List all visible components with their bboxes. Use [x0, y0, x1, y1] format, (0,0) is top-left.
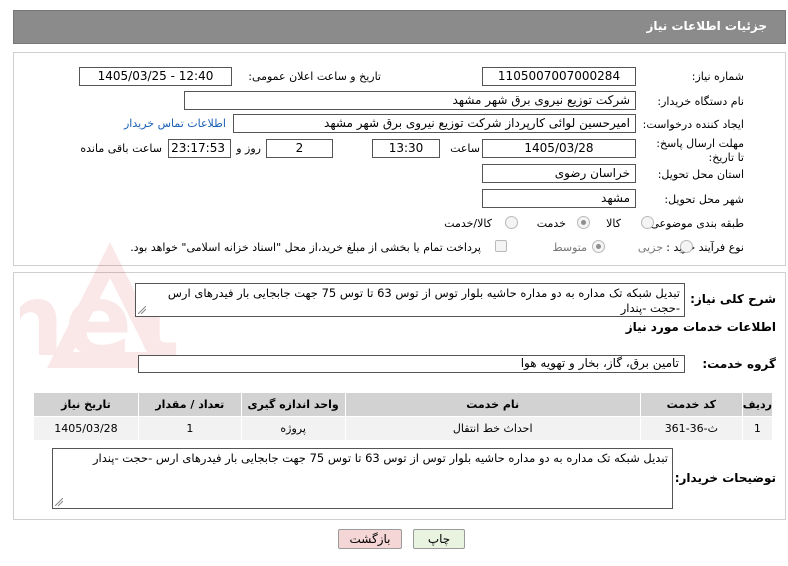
buyer-org-label: نام دستگاه خریدار:: [657, 95, 744, 108]
cell-service-code: ث-36-361: [639, 416, 743, 441]
category-option-goods-service: کالا/خدمت: [444, 217, 492, 230]
print-button[interactable]: چاپ: [413, 529, 465, 549]
purchase-option-minor: جزیی: [637, 241, 663, 254]
announce-datetime-field: 1405/03/25 - 12:40: [79, 67, 232, 86]
deadline-time-label: ساعت: [450, 142, 480, 155]
buyer-contact-link[interactable]: اطلاعات تماس خریدار: [124, 117, 226, 130]
cell-quantity: 1: [137, 416, 242, 441]
deadline-date-field: 1405/03/28: [482, 139, 636, 158]
treasury-payment-checkbox[interactable]: [495, 240, 507, 252]
summary-label: شرح کلی نیاز:: [690, 292, 776, 306]
announce-label: تاریخ و ساعت اعلان عمومی:: [248, 70, 381, 83]
category-label: طبقه بندی موضوعی:: [646, 217, 744, 230]
services-table: ردیف کد خدمت نام خدمت واحد اندازه گیری ت…: [33, 392, 774, 441]
summary-text: تبدیل شبکه تک مداره به دو مداره حاشیه بل…: [167, 286, 680, 315]
table-row: 1 ث-36-361 احداث خط انتقال پروژه 1 1405/…: [33, 416, 774, 441]
category-radio-goods-service[interactable]: [505, 216, 518, 229]
col-quantity: تعداد / مقدار: [137, 392, 242, 417]
province-field: خراسان رضوی: [482, 164, 636, 183]
resize-grip-icon[interactable]: [138, 306, 146, 314]
col-service-name: نام خدمت: [344, 392, 641, 417]
service-group-label: گروه خدمت:: [702, 357, 776, 371]
city-field: مشهد: [482, 189, 636, 208]
deadline-time-field: 13:30: [372, 139, 440, 158]
province-label: استان محل تحویل:: [657, 168, 744, 181]
table-header-row: ردیف کد خدمت نام خدمت واحد اندازه گیری ت…: [33, 392, 774, 417]
purchase-type-label: نوع فرآیند خرید :: [666, 241, 744, 254]
summary-textarea: تبدیل شبکه تک مداره به دو مداره حاشیه بل…: [135, 283, 685, 317]
back-button[interactable]: بازگشت: [338, 529, 402, 549]
category-option-service: خدمت: [536, 217, 566, 230]
days-label: روز و: [236, 142, 261, 155]
category-radio-goods[interactable]: [641, 216, 654, 229]
buyer-org-field: شرکت توزیع نیروی برق شهر مشهد: [184, 91, 636, 110]
need-number-field: 1105007007000284: [482, 67, 636, 86]
city-label: شهر محل تحویل:: [664, 193, 744, 206]
requester-field: امیرحسین لوائی کارپرداز شرکت توزیع نیروی…: [233, 114, 636, 133]
requester-label: ایجاد کننده درخواست:: [642, 118, 744, 131]
days-remaining-field: 2: [266, 139, 333, 158]
buyer-notes-textarea: تبدیل شبکه تک مداره به دو مداره حاشیه بل…: [52, 448, 673, 509]
cell-unit: پروژه: [240, 416, 346, 441]
cell-row-number: 1: [741, 416, 774, 441]
col-row-number: ردیف: [741, 392, 774, 417]
deadline-label: مهلت ارسال پاسخ: تا تاریخ:: [656, 137, 744, 164]
col-service-code: کد خدمت: [639, 392, 743, 417]
need-number-label: شماره نیاز:: [691, 70, 744, 83]
cell-service-name: احداث خط انتقال: [344, 416, 641, 441]
category-radio-service[interactable]: [577, 216, 590, 229]
category-option-goods: کالا: [606, 217, 621, 230]
cell-need-date: 1405/03/28: [33, 416, 139, 441]
service-group-field: تامین برق، گاز، بخار و تهویه هوا: [138, 355, 685, 373]
page-title: جزئیات اطلاعات نیاز: [646, 19, 767, 33]
page-header: جزئیات اطلاعات نیاز: [13, 10, 786, 44]
purchase-option-medium: متوسط: [552, 241, 587, 254]
purchase-radio-minor[interactable]: [680, 240, 693, 253]
services-heading: اطلاعات خدمات مورد نیاز: [625, 320, 776, 334]
remaining-time-label: ساعت باقی مانده: [80, 142, 162, 155]
buyer-notes-label: توضیحات خریدار:: [674, 471, 776, 485]
col-unit: واحد اندازه گیری: [240, 392, 346, 417]
resize-grip-icon[interactable]: [55, 498, 63, 506]
treasury-payment-note: پرداخت تمام یا بخشی از مبلغ خرید،از محل …: [130, 241, 481, 254]
buyer-notes-text: تبدیل شبکه تک مداره به دو مداره حاشیه بل…: [93, 451, 668, 465]
purchase-radio-medium[interactable]: [592, 240, 605, 253]
remaining-time-field: 23:17:53: [168, 139, 231, 158]
col-need-date: تاریخ نیاز: [33, 392, 139, 417]
